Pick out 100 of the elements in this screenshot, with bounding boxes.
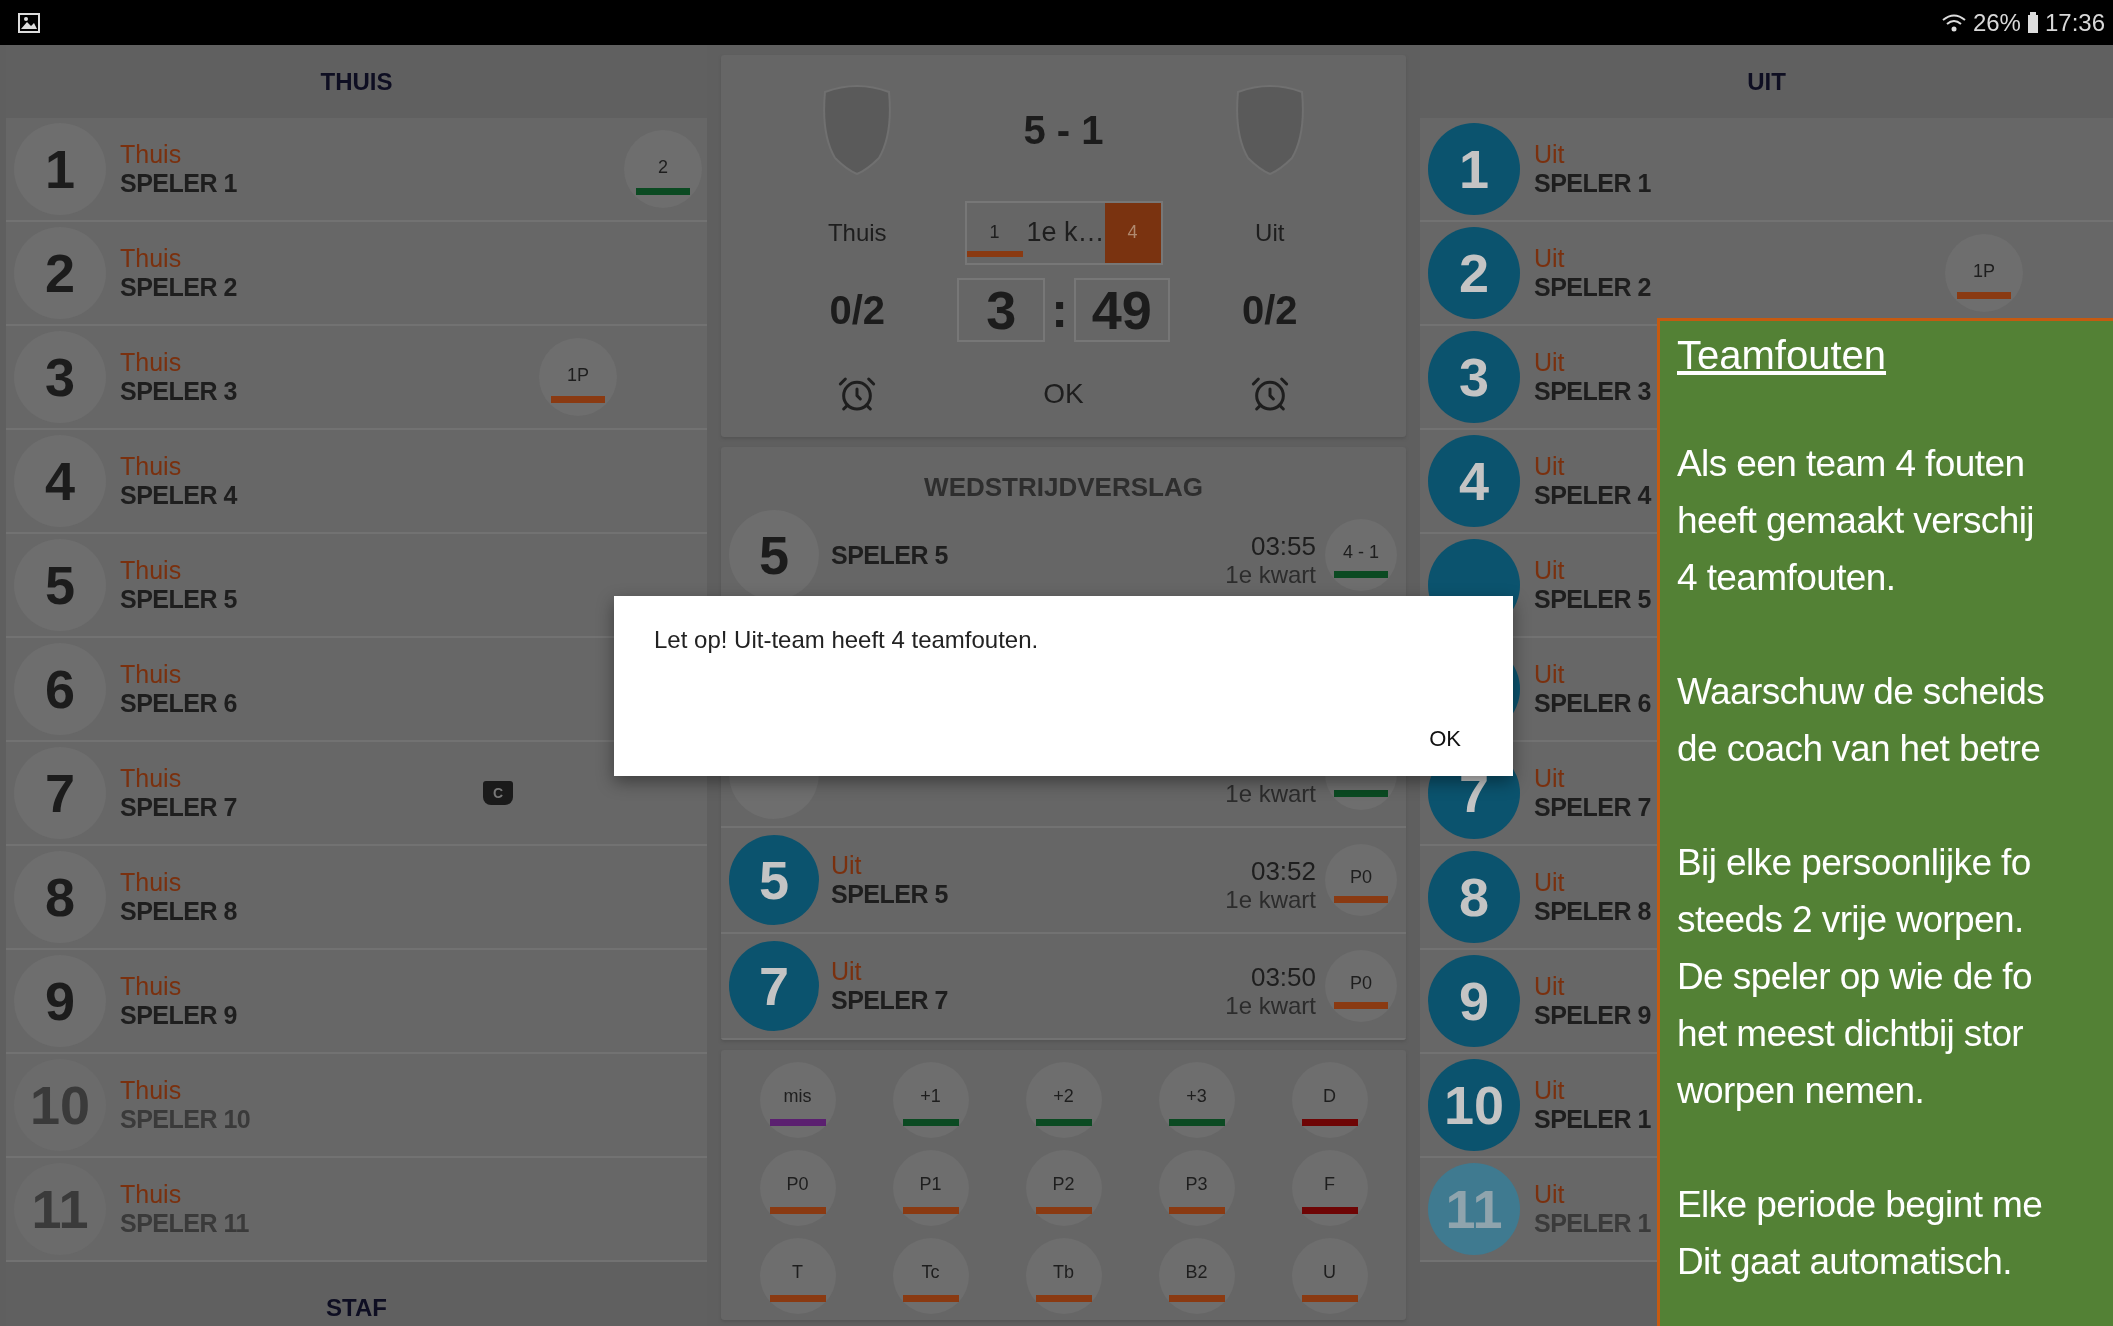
team-name: Uit [1534,556,1565,585]
foul-badge[interactable]: 2 [624,130,702,208]
action-button[interactable]: P2 [1025,1150,1102,1226]
jersey-number: 8 [14,851,106,943]
action-button[interactable]: +2 [1025,1062,1102,1138]
foul-badge[interactable]: 1P [539,338,617,416]
action-button[interactable]: F [1291,1150,1368,1226]
team-name: Thuis [120,348,182,377]
action-button[interactable]: P0 [759,1150,836,1226]
jersey-number: 4 [14,435,106,527]
callout-text: 4 teamfouten. [1677,556,1897,600]
home-team-name: Thuis [827,218,887,247]
team-name: Uit [831,851,862,880]
event-time: 03:50 [1250,962,1316,993]
team-name: Uit [1534,972,1565,1001]
team-name: Uit [1534,452,1565,481]
team-name: Thuis [120,140,182,169]
callout-text: de coach van het betre [1677,727,2042,771]
event-row[interactable]: 7 Uit SPELER 7 03:50 1e kwart P0 [721,934,1406,1040]
clock-minutes[interactable]: 3 [957,278,1046,342]
event-period: 1e kwart [1225,780,1316,808]
player-name: SPELER 3 [1534,377,1651,406]
report-title: WEDSTRIJDVERSLAG [923,471,1204,503]
team-name: Uit [1534,868,1565,897]
callout-text: het meest dichtbij stor [1677,1012,2025,1056]
player-row[interactable]: 4 Thuis SPELER 4 [6,430,707,534]
player-row[interactable]: 1 Thuis SPELER 1 2 [6,118,707,222]
image-icon [18,12,40,33]
home-timeouts: 0/2 [829,287,886,333]
event-badge: P0 [1325,844,1397,916]
jersey-number: 3 [1428,331,1520,423]
action-button[interactable]: T [759,1238,836,1314]
event-time: 03:55 [1250,531,1316,562]
captain-armband-icon: C [483,781,513,805]
jersey-number: 5 [729,835,819,925]
jersey-number: 2 [1428,227,1520,319]
callout-text: De speler op wie de fo [1677,955,2033,999]
callout-text: Waarschuw de scheids [1677,670,2046,714]
jersey-number: 10 [1428,1059,1520,1151]
action-button[interactable]: D [1291,1062,1368,1138]
player-name: SPELER 7 [120,793,237,822]
event-badge: P0 [1325,950,1397,1022]
player-row[interactable]: 2 Thuis SPELER 2 [6,222,707,326]
callout-text: Als een team 4 fouten [1677,442,2026,486]
team-fouls-box: 4 [1104,202,1161,263]
jersey-number: 7 [729,941,819,1031]
team-name: Uit [1534,764,1565,793]
player-name: SPELER 5 [831,880,948,909]
callout-text: heeft gemaakt verschij [1677,499,2035,543]
foul-badge[interactable]: 1P [1945,234,2023,312]
team-name: Uit [1534,1076,1565,1105]
jersey-number: 7 [14,747,106,839]
event-period: 1e kwart [1225,992,1316,1020]
event-row[interactable]: 5 Uit SPELER 5 03:52 1e kwart P0 [721,828,1406,934]
jersey-number: 9 [1428,955,1520,1047]
clock-seconds[interactable]: 49 [1073,278,1170,342]
action-button[interactable]: U [1291,1238,1368,1314]
player-name: SPELER 6 [120,689,237,718]
player-row[interactable]: 9 Thuis SPELER 9 [6,950,707,1054]
away-timeouts: 0/2 [1241,287,1298,333]
player-row[interactable]: 1 Uit SPELER 1 [1420,118,2113,222]
period-number[interactable]: 1 [966,202,1023,263]
team-name: Uit [1534,1180,1565,1209]
callout-text: Dit gaat automatisch. [1677,1240,2013,1284]
team-name: Thuis [120,660,182,689]
player-row[interactable]: 3 Thuis SPELER 3 1P [6,326,707,430]
player-name: SPELER 9 [120,1001,237,1030]
event-period: 1e kwart [1225,886,1316,914]
player-name: SPELER 6 [1534,689,1651,718]
player-name: SPELER 5 [120,585,237,614]
player-row[interactable]: 8 Thuis SPELER 8 [6,846,707,950]
team-name: Thuis [120,1076,182,1105]
period-label[interactable]: 1e k… [1022,217,1105,248]
player-name: SPELER 1 [1534,169,1651,198]
ok-button[interactable]: OK [1033,373,1094,414]
callout-title: Teamfouten [1677,333,1887,378]
jersey-number: 2 [14,227,106,319]
action-button[interactable]: Tb [1025,1238,1102,1314]
team-name: Thuis [120,868,182,897]
action-button[interactable]: P3 [1158,1150,1235,1226]
player-row[interactable]: 2 Uit SPELER 2 1P [1420,222,2113,326]
action-button[interactable]: Tc [892,1238,969,1314]
action-button[interactable]: mis [759,1062,836,1138]
player-name: SPELER 5 [1534,585,1651,614]
jersey-number: 4 [1428,435,1520,527]
event-period: 1e kwart [1225,561,1316,589]
action-button[interactable]: +1 [892,1062,969,1138]
team-name: Thuis [120,972,182,1001]
team-name: Uit [1534,660,1565,689]
callout-text: worpen nemen. [1677,1069,1926,1113]
player-row[interactable]: 7 Thuis SPELER 7 C [6,742,707,846]
team-name: Uit [1534,348,1565,377]
action-button[interactable]: P1 [892,1150,969,1226]
team-name: Uit [1534,140,1565,169]
jersey-number: 5 [14,539,106,631]
action-button[interactable]: +3 [1158,1062,1235,1138]
team-name: Thuis [120,764,182,793]
callout-text: Elke periode begint me [1677,1183,2044,1227]
callout-text: Bij elke persoonlijke fo [1677,841,2032,885]
action-button[interactable]: B2 [1158,1238,1235,1314]
